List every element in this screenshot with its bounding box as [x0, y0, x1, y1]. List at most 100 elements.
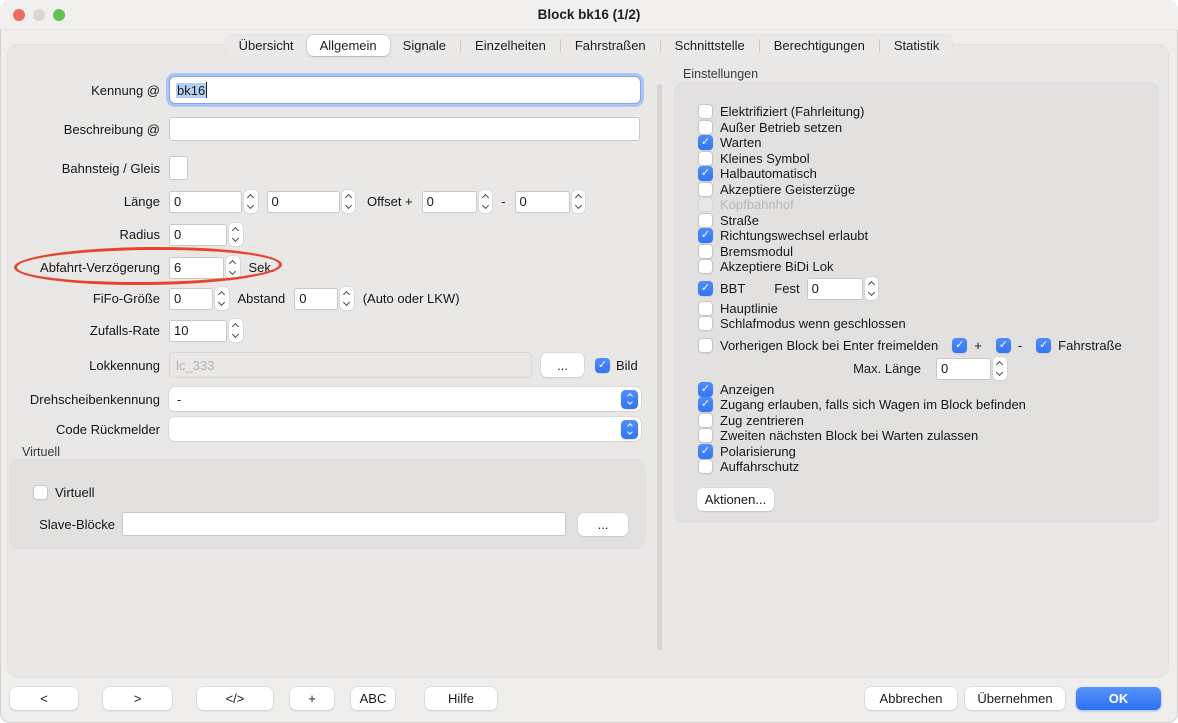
tab-allgemein[interactable]: Allgemein — [307, 35, 390, 56]
settings-row: Hauptlinie — [675, 301, 1158, 317]
checkbox-item[interactable] — [698, 428, 713, 443]
radius-label: Radius — [0, 227, 160, 242]
code-view-button[interactable]: </> — [197, 687, 273, 710]
stepper-control[interactable] — [993, 357, 1007, 380]
stepper-control[interactable] — [572, 190, 586, 213]
minus-checkbox[interactable] — [996, 338, 1011, 353]
abc-button[interactable]: ABC — [351, 687, 395, 710]
offset-minus-label: - — [501, 194, 505, 209]
checkbox-item[interactable] — [698, 135, 713, 150]
checkbox-item[interactable] — [698, 444, 713, 459]
checkbox-item[interactable] — [698, 244, 713, 259]
checkbox-item[interactable] — [698, 382, 713, 397]
slave-bloecke-browse-button[interactable]: ... — [578, 513, 628, 536]
tab-signale[interactable]: Signale — [390, 35, 459, 56]
checkbox-item[interactable] — [698, 182, 713, 197]
fahrstrasse-checkbox[interactable] — [1036, 338, 1051, 353]
virtuell-section-title: Virtuell — [22, 445, 60, 459]
offset-plus-input[interactable] — [422, 191, 477, 213]
zufalls-rate-input[interactable] — [169, 320, 227, 342]
laenge-input-2[interactable] — [267, 191, 340, 213]
checkbox-item[interactable] — [698, 338, 713, 353]
plus-checkbox[interactable] — [952, 338, 967, 353]
lokkennung-row: Lokkennung ... Bild — [0, 352, 638, 378]
tab-einzelheiten[interactable]: Einzelheiten — [462, 35, 559, 56]
number-input[interactable] — [936, 358, 991, 380]
stepper-control[interactable] — [244, 190, 258, 213]
aktionen-button[interactable]: Aktionen... — [697, 488, 774, 511]
ok-button[interactable]: OK — [1076, 687, 1161, 710]
checkbox-item[interactable] — [698, 213, 713, 228]
checkbox-label: BBT — [720, 281, 745, 296]
checkbox-item[interactable] — [698, 228, 713, 243]
beschreibung-input[interactable] — [169, 117, 640, 141]
next-block-button[interactable]: > — [103, 687, 172, 710]
drehscheibenkennung-value: - — [177, 392, 181, 407]
abstand-input[interactable] — [294, 288, 338, 310]
minus-label: - — [1018, 338, 1022, 353]
virtuell-checkbox[interactable] — [33, 485, 48, 500]
tab-divider — [879, 39, 880, 52]
prev-block-button[interactable]: < — [10, 687, 78, 710]
code-rueckmelder-dropdown[interactable] — [169, 417, 641, 441]
stepper-control[interactable] — [340, 287, 354, 310]
stepper-control[interactable] — [342, 190, 356, 213]
checkbox-label: Polarisierung — [720, 444, 796, 459]
bahnsteig-row: Bahnsteig / Gleis — [0, 156, 188, 180]
settings-row: Akzeptiere Geisterzüge — [675, 182, 1158, 198]
bild-checkbox[interactable] — [595, 358, 610, 373]
checkbox-item[interactable] — [698, 281, 713, 296]
tab-schnittstelle[interactable]: Schnittstelle — [662, 35, 758, 56]
checkbox-item[interactable] — [698, 166, 713, 181]
slave-bloecke-input[interactable] — [122, 512, 566, 536]
settings-row: Kopfbahnhof — [675, 197, 1158, 213]
settings-row: Richtungswechsel erlaubt — [675, 228, 1158, 244]
tab-divider — [560, 39, 561, 52]
checkbox-item[interactable] — [698, 397, 713, 412]
checkbox-item[interactable] — [698, 151, 713, 166]
settings-list: Elektrifiziert (Fahrleitung)Außer Betrie… — [675, 104, 1158, 475]
checkbox-item[interactable] — [698, 259, 713, 274]
tab-berechtigungen[interactable]: Berechtigungen — [761, 35, 878, 56]
checkbox-item[interactable] — [698, 120, 713, 135]
checkbox-label: Kleines Symbol — [720, 151, 810, 166]
laenge-input-1[interactable] — [169, 191, 242, 213]
stepper-control[interactable] — [215, 287, 229, 310]
tab-übersicht[interactable]: Übersicht — [226, 35, 307, 56]
offset-minus-input[interactable] — [515, 191, 570, 213]
checkbox-item[interactable] — [698, 413, 713, 428]
tab-bar-container: ÜbersichtAllgemeinSignaleEinzelheitenFah… — [0, 34, 1178, 57]
tab-statistik[interactable]: Statistik — [881, 35, 953, 56]
settings-row: Akzeptiere BiDi Lok — [675, 259, 1158, 275]
bahnsteig-input[interactable] — [169, 156, 188, 180]
number-input[interactable] — [807, 278, 863, 300]
checkbox-item[interactable] — [698, 301, 713, 316]
apply-button[interactable]: Übernehmen — [965, 687, 1065, 710]
checkbox-item[interactable] — [698, 459, 713, 474]
fifo-groesse-input[interactable] — [169, 288, 213, 310]
stepper-control[interactable] — [226, 256, 240, 279]
lokkennung-browse-button[interactable]: ... — [541, 353, 584, 377]
checkbox-item[interactable] — [698, 197, 713, 212]
kennung-row: Kennung @ bk16 — [0, 76, 641, 104]
tab-fahrstraßen[interactable]: Fahrstraßen — [562, 35, 659, 56]
checkbox-item[interactable] — [698, 104, 713, 119]
radius-input[interactable] — [169, 224, 227, 246]
settings-row: Bremsmodul — [675, 244, 1158, 260]
settings-row: Elektrifiziert (Fahrleitung) — [675, 104, 1158, 120]
lokkennung-input[interactable] — [169, 352, 532, 378]
help-button[interactable]: Hilfe — [425, 687, 497, 710]
kennung-input[interactable]: bk16 — [169, 76, 641, 104]
cancel-button[interactable]: Abbrechen — [865, 687, 957, 710]
stepper-control[interactable] — [229, 223, 243, 246]
stepper-control[interactable] — [229, 319, 243, 342]
drehscheibenkennung-dropdown[interactable]: - — [169, 387, 641, 411]
abfahrt-verzoegerung-input[interactable] — [169, 257, 224, 279]
stepper-control[interactable] — [479, 190, 493, 213]
panel-splitter[interactable] — [657, 84, 662, 650]
fifo-row: FiFo-Größe Abstand (Auto oder LKW) — [0, 287, 460, 310]
add-button[interactable]: + — [290, 687, 334, 710]
zufalls-rate-label: Zufalls-Rate — [0, 323, 160, 338]
stepper-control[interactable] — [865, 277, 879, 300]
checkbox-item[interactable] — [698, 316, 713, 331]
